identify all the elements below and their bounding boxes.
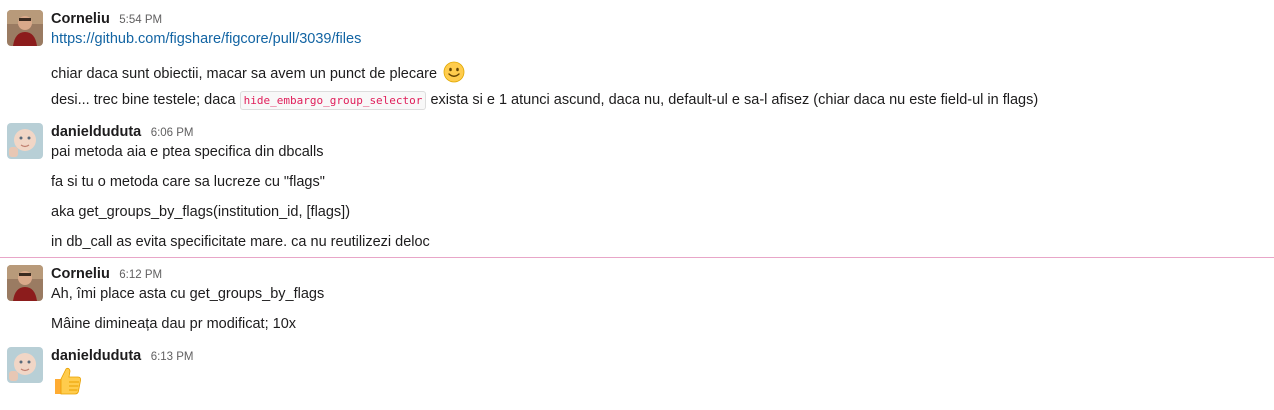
message-text: in db_call as evita specificitate mare. … bbox=[51, 234, 430, 250]
new-messages-divider bbox=[0, 257, 1274, 258]
author-name[interactable]: Corneliu bbox=[51, 266, 110, 282]
message-text: aka get_groups_by_flags(institution_id, … bbox=[51, 204, 351, 220]
message-text: Ah, îmi place asta cu get_groups_by_flag… bbox=[51, 286, 325, 302]
message-text: chiar daca sunt obiectii, macar sa avem … bbox=[51, 61, 465, 87]
thumbs-up-icon[interactable] bbox=[51, 365, 83, 401]
message-text: fa si tu o metoda care sa lucreze cu "fl… bbox=[51, 174, 325, 190]
author-name[interactable]: danielduduta bbox=[51, 348, 141, 364]
message-header: danielduduta 6:06 PM bbox=[51, 123, 194, 141]
inline-code: hide_embargo_group_selector bbox=[239, 91, 427, 110]
slightly-smiling-face-icon[interactable] bbox=[443, 61, 465, 87]
message-text: https://github.com/figshare/figcore/pull… bbox=[51, 31, 361, 47]
avatar-danielduduta[interactable] bbox=[7, 123, 43, 159]
message-text-suffix: exista si e 1 atunci ascund, daca nu, de… bbox=[430, 92, 1039, 108]
message-header: Corneliu 6:12 PM bbox=[51, 265, 162, 283]
message-text: desi... trec bine testele; daca hide_emb… bbox=[51, 91, 1039, 110]
avatar-danielduduta[interactable] bbox=[7, 347, 43, 383]
message-text-content: chiar daca sunt obiectii, macar sa avem … bbox=[51, 65, 438, 82]
message-header: danielduduta 6:13 PM bbox=[51, 347, 194, 365]
message-text bbox=[51, 365, 83, 401]
timestamp[interactable]: 6:12 PM bbox=[119, 269, 162, 281]
message-header: Corneliu 5:54 PM bbox=[51, 10, 162, 28]
pull-request-link[interactable]: https://github.com/figshare/figcore/pull… bbox=[51, 31, 361, 47]
timestamp[interactable]: 5:54 PM bbox=[119, 14, 162, 26]
avatar-corneliu[interactable] bbox=[7, 265, 43, 301]
timestamp[interactable]: 6:13 PM bbox=[151, 351, 194, 363]
message-text-prefix: desi... trec bine testele; daca bbox=[51, 92, 236, 108]
avatar-corneliu[interactable] bbox=[7, 10, 43, 46]
timestamp[interactable]: 6:06 PM bbox=[151, 127, 194, 139]
author-name[interactable]: Corneliu bbox=[51, 11, 110, 27]
author-name[interactable]: danielduduta bbox=[51, 124, 141, 140]
message-text: Mâine dimineața dau pr modificat; 10x bbox=[51, 316, 297, 332]
message-text: pai metoda aia e ptea specifica din dbca… bbox=[51, 144, 324, 160]
